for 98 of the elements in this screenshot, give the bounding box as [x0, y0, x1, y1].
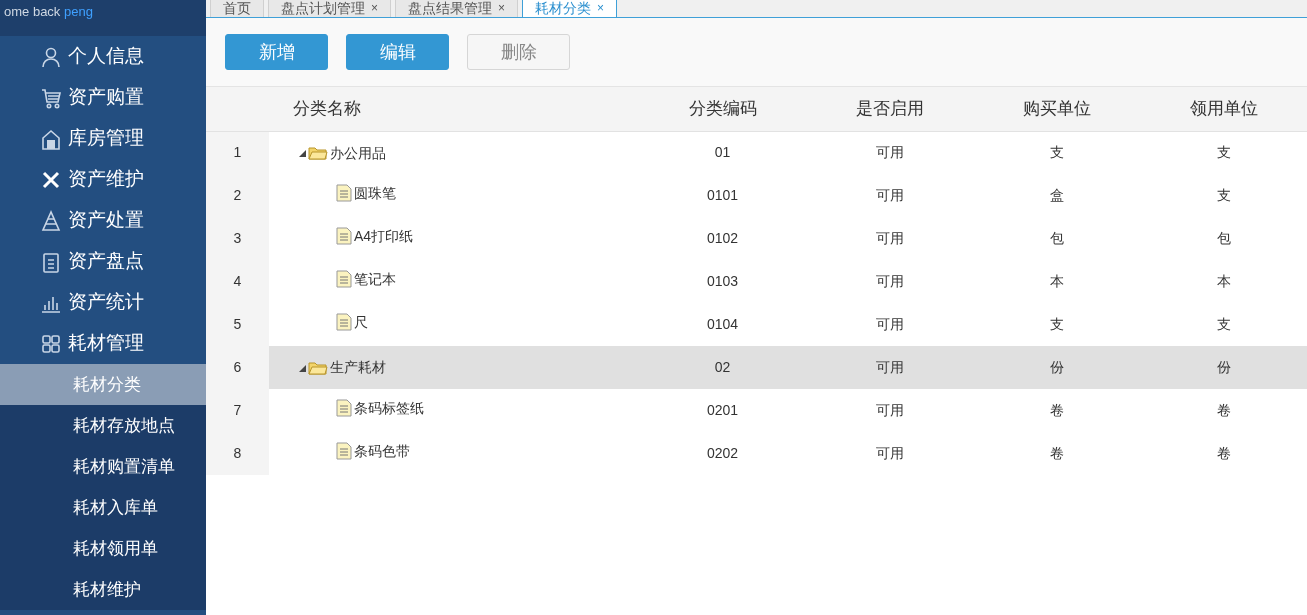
table-cell: 01	[639, 131, 806, 174]
table-cell: 卷	[973, 389, 1140, 432]
table-cell-text: 0102	[705, 229, 740, 248]
document-icon	[336, 270, 352, 289]
row-number: 1	[206, 131, 269, 174]
tree-node-label: 圆珠笔	[354, 183, 396, 203]
tab[interactable]: 盘点计划管理 ×	[268, 0, 391, 17]
table-cell: 份	[973, 346, 1140, 389]
sidebar-item[interactable]: 资产统计	[0, 282, 206, 323]
table-cell: 份	[1140, 346, 1307, 389]
document-icon	[336, 399, 352, 418]
cart-icon	[40, 86, 62, 109]
table-cell: 0104	[639, 303, 806, 346]
sidebar-item[interactable]: 资产维护	[0, 159, 206, 200]
tree-node-label: 生产耗材	[330, 358, 386, 378]
table-cell: 可用	[806, 303, 973, 346]
document-icon	[336, 442, 352, 461]
sidebar-item[interactable]: 耗材管理	[0, 323, 206, 364]
table-cell-text: 本	[1215, 272, 1232, 291]
document-icon	[336, 184, 352, 203]
table-cell-text: 0202	[705, 444, 740, 463]
table-row[interactable]: 1 办公用品 01 可用 支 支	[206, 131, 1307, 174]
row-number: 3	[206, 217, 269, 260]
column-header: 领用单位	[1140, 87, 1307, 131]
column-header: 分类名称	[269, 87, 639, 131]
sidebar-item[interactable]: 个人信息	[0, 36, 206, 77]
house-icon	[40, 127, 62, 150]
sidebar-item[interactable]: 资产购置	[0, 77, 206, 118]
sidebar-item[interactable]: 资产处置	[0, 200, 206, 241]
sidebar-item[interactable]: 资产盘点	[0, 241, 206, 282]
person-icon	[40, 45, 62, 68]
document-icon	[336, 227, 352, 246]
table-row[interactable]: 5 尺 0104 可用 支 支	[206, 303, 1307, 346]
document-icon	[336, 313, 352, 332]
grid-icon	[40, 332, 62, 355]
table-cell-text: 0103	[705, 272, 740, 291]
tab[interactable]: 首页	[210, 0, 264, 17]
column-header: 购买单位	[973, 87, 1140, 131]
table-cell: 卷	[1140, 389, 1307, 432]
table-cell-text: 卷	[1048, 444, 1065, 463]
column-header: 分类编码	[639, 87, 806, 131]
tree-node-label: 笔记本	[354, 269, 396, 289]
row-number: 6	[206, 346, 269, 389]
table-cell-text: 包	[1215, 229, 1232, 248]
table-cell-text: 0101	[705, 186, 740, 205]
row-number: 4	[206, 260, 269, 303]
sidebar-subitem[interactable]: 耗材购置清单	[0, 446, 206, 487]
table-cell-text: 卷	[1215, 444, 1232, 463]
tree-node-label: 尺	[354, 312, 368, 332]
table-cell-text: 本	[1048, 272, 1065, 291]
table-row[interactable]: 2 圆珠笔 0101 可用 盒 支	[206, 174, 1307, 217]
folder-icon	[308, 359, 328, 376]
table-cell-text: 可用	[874, 229, 905, 248]
table-row[interactable]: 4 笔记本 0103 可用 本 本	[206, 260, 1307, 303]
row-number: 8	[206, 432, 269, 475]
caret-icon[interactable]	[298, 149, 306, 157]
table-row[interactable]: 3 A4打印纸 0102 可用 包 包	[206, 217, 1307, 260]
column-header: 是否启用	[806, 87, 973, 131]
sidebar-subitem[interactable]: 耗材入库单	[0, 487, 206, 528]
row-number: 7	[206, 389, 269, 432]
table-cell-text: 可用	[874, 444, 905, 463]
table-cell-text: 包	[1048, 229, 1065, 248]
table-cell: 支	[1140, 303, 1307, 346]
sidebar-subitem[interactable]: 耗材领用单	[0, 528, 206, 569]
cone-icon	[40, 209, 62, 232]
folder-icon	[308, 145, 328, 161]
table-cell-text: 盒	[1048, 186, 1065, 205]
tab[interactable]: 盘点结果管理 ×	[395, 0, 519, 17]
tree-node-label: A4打印纸	[354, 226, 414, 246]
table-cell: 0201	[639, 389, 806, 432]
close-icon[interactable]: ×	[498, 0, 506, 17]
table-cell: 可用	[806, 131, 973, 174]
table-row[interactable]: 8 条码色带 0202 可用 卷 卷	[206, 432, 1307, 475]
sidebar-item[interactable]: 库房管理	[0, 118, 206, 159]
tree-node-label: 条码标签纸	[354, 398, 424, 418]
table-row[interactable]: 6 生产耗材 02 可用 份 份	[206, 346, 1307, 389]
table-cell: 可用	[806, 389, 973, 432]
row-number: 2	[206, 174, 269, 217]
close-icon[interactable]: ×	[371, 0, 378, 17]
table-cell-text: 可用	[874, 186, 905, 205]
row-number: 5	[206, 303, 269, 346]
table-cell: 支	[1140, 131, 1307, 174]
table-row[interactable]: 7 条码标签纸 0201 可用 卷 卷	[206, 389, 1307, 432]
tree-node-label: 办公用品	[330, 143, 386, 163]
table-cell-text: 支	[1215, 186, 1232, 205]
caret-icon[interactable]	[298, 363, 306, 372]
tree-node-label: 条码色带	[354, 441, 410, 461]
sidebar-subitem[interactable]: 耗材维护	[0, 569, 206, 610]
tab[interactable]: 耗材分类 ×	[522, 0, 618, 17]
table-cell: 02	[639, 346, 806, 389]
table-cell: 可用	[806, 346, 973, 389]
greeting-text: ome back peng	[0, 0, 206, 36]
table-cell: 支	[973, 131, 1140, 174]
table-cell-text: 可用	[874, 272, 905, 291]
sidebar-subitem[interactable]: 耗材存放地点	[0, 405, 206, 446]
clipboard-icon	[40, 250, 62, 273]
close-icon[interactable]: ×	[597, 0, 605, 17]
table-cell: 支	[973, 303, 1140, 346]
